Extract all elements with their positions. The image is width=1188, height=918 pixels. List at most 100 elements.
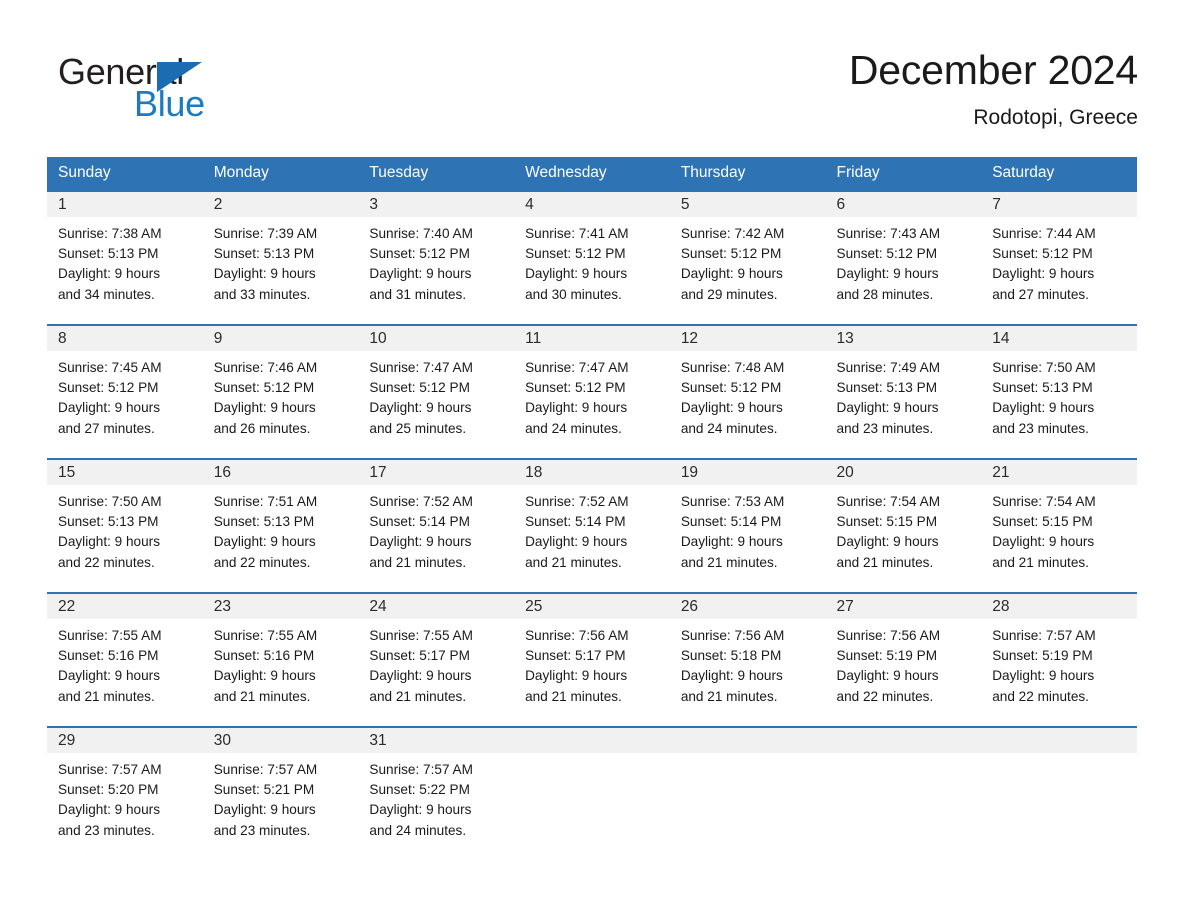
daylight-text-line2: and 23 minutes. bbox=[836, 420, 934, 436]
day-cell[interactable]: 25 Sunrise: 7:56 AM Sunset: 5:17 PM Dayl… bbox=[514, 592, 670, 727]
day-number: 18 bbox=[514, 460, 670, 485]
sunrise-text: Sunrise: 7:57 AM bbox=[992, 628, 1096, 643]
sunrise-text: Sunrise: 7:46 AM bbox=[213, 360, 318, 375]
day-number bbox=[825, 728, 982, 753]
day-number: 29 bbox=[47, 728, 203, 753]
day-cell[interactable]: 24 Sunrise: 7:55 AM Sunset: 5:17 PM Dayl… bbox=[358, 592, 515, 727]
day-cell[interactable]: 2 Sunrise: 7:39 AM Sunset: 5:13 PM Dayli… bbox=[202, 190, 359, 325]
day-cell[interactable]: 30 Sunrise: 7:57 AM Sunset: 5:21 PM Dayl… bbox=[202, 726, 359, 861]
daylight-text-line2: and 21 minutes. bbox=[58, 688, 155, 704]
day-number bbox=[981, 728, 1137, 753]
daylight-text-line1: Daylight: 9 hours bbox=[369, 266, 472, 282]
day-cell[interactable]: 5 Sunrise: 7:42 AM Sunset: 5:12 PM Dayli… bbox=[669, 190, 826, 325]
day-number: 22 bbox=[47, 594, 203, 619]
day-cell[interactable]: 13 Sunrise: 7:49 AM Sunset: 5:13 PM Dayl… bbox=[825, 324, 982, 459]
sunset-text: Sunset: 5:14 PM bbox=[680, 514, 782, 530]
day-cell-empty bbox=[825, 726, 982, 861]
day-info: Sunrise: 7:56 AM Sunset: 5:18 PM Dayligh… bbox=[670, 619, 826, 707]
sunrise-text: Sunrise: 7:55 AM bbox=[58, 628, 162, 643]
sunrise-text: Sunrise: 7:54 AM bbox=[836, 494, 941, 509]
day-cell[interactable]: 19 Sunrise: 7:53 AM Sunset: 5:14 PM Dayl… bbox=[669, 458, 826, 593]
day-info: Sunrise: 7:51 AM Sunset: 5:13 PM Dayligh… bbox=[203, 485, 359, 573]
day-number: 19 bbox=[669, 460, 826, 485]
sunrise-text: Sunrise: 7:56 AM bbox=[836, 628, 941, 643]
sunset-text: Sunset: 5:13 PM bbox=[213, 514, 315, 530]
day-info: Sunrise: 7:54 AM Sunset: 5:15 PM Dayligh… bbox=[826, 485, 982, 573]
sunset-text: Sunset: 5:12 PM bbox=[680, 246, 782, 262]
daylight-text-line1: Daylight: 9 hours bbox=[525, 534, 628, 550]
sunset-text: Sunset: 5:12 PM bbox=[369, 380, 470, 396]
daylight-text-line1: Daylight: 9 hours bbox=[369, 400, 472, 416]
day-cell[interactable]: 3 Sunrise: 7:40 AM Sunset: 5:12 PM Dayli… bbox=[358, 190, 515, 325]
day-info: Sunrise: 7:57 AM Sunset: 5:21 PM Dayligh… bbox=[203, 753, 359, 841]
weekday-header-sunday: Sunday bbox=[47, 157, 203, 191]
day-cell[interactable]: 17 Sunrise: 7:52 AM Sunset: 5:14 PM Dayl… bbox=[358, 458, 515, 593]
day-cell-empty bbox=[514, 726, 670, 861]
day-cell[interactable]: 27 Sunrise: 7:56 AM Sunset: 5:19 PM Dayl… bbox=[825, 592, 982, 727]
day-info: Sunrise: 7:50 AM Sunset: 5:13 PM Dayligh… bbox=[981, 351, 1137, 439]
sunrise-text: Sunrise: 7:51 AM bbox=[213, 494, 318, 509]
sunset-text: Sunset: 5:18 PM bbox=[680, 648, 782, 664]
day-cell[interactable]: 1 Sunrise: 7:38 AM Sunset: 5:13 PM Dayli… bbox=[47, 190, 203, 325]
daylight-text-line1: Daylight: 9 hours bbox=[213, 668, 316, 684]
day-number: 10 bbox=[358, 326, 515, 351]
daylight-text-line2: and 23 minutes. bbox=[992, 420, 1089, 436]
daylight-text-line1: Daylight: 9 hours bbox=[58, 802, 161, 818]
day-cell[interactable]: 18 Sunrise: 7:52 AM Sunset: 5:14 PM Dayl… bbox=[514, 458, 670, 593]
sunrise-text: Sunrise: 7:47 AM bbox=[525, 360, 629, 375]
day-cell[interactable]: 7 Sunrise: 7:44 AM Sunset: 5:12 PM Dayli… bbox=[981, 190, 1137, 325]
day-info bbox=[670, 753, 826, 760]
day-cell[interactable]: 12 Sunrise: 7:48 AM Sunset: 5:12 PM Dayl… bbox=[669, 324, 826, 459]
day-info bbox=[826, 753, 982, 760]
day-info: Sunrise: 7:55 AM Sunset: 5:17 PM Dayligh… bbox=[358, 619, 514, 707]
weekday-header-thursday: Thursday bbox=[669, 157, 826, 191]
day-cell[interactable]: 28 Sunrise: 7:57 AM Sunset: 5:19 PM Dayl… bbox=[981, 592, 1137, 727]
day-number: 4 bbox=[514, 192, 670, 217]
weekday-header-friday: Friday bbox=[825, 157, 982, 191]
day-cell[interactable]: 10 Sunrise: 7:47 AM Sunset: 5:12 PM Dayl… bbox=[358, 324, 515, 459]
day-cell[interactable]: 23 Sunrise: 7:55 AM Sunset: 5:16 PM Dayl… bbox=[202, 592, 359, 727]
day-cell[interactable]: 6 Sunrise: 7:43 AM Sunset: 5:12 PM Dayli… bbox=[825, 190, 982, 325]
daylight-text-line1: Daylight: 9 hours bbox=[836, 534, 939, 550]
day-number: 8 bbox=[47, 326, 203, 351]
day-cell[interactable]: 16 Sunrise: 7:51 AM Sunset: 5:13 PM Dayl… bbox=[202, 458, 359, 593]
day-info: Sunrise: 7:56 AM Sunset: 5:19 PM Dayligh… bbox=[826, 619, 982, 707]
day-number: 28 bbox=[981, 594, 1137, 619]
daylight-text-line1: Daylight: 9 hours bbox=[836, 668, 939, 684]
day-cell[interactable]: 20 Sunrise: 7:54 AM Sunset: 5:15 PM Dayl… bbox=[825, 458, 982, 593]
sunset-text: Sunset: 5:13 PM bbox=[213, 246, 315, 262]
day-cell[interactable]: 11 Sunrise: 7:47 AM Sunset: 5:12 PM Dayl… bbox=[514, 324, 670, 459]
day-number: 15 bbox=[47, 460, 203, 485]
sunset-text: Sunset: 5:17 PM bbox=[369, 648, 470, 664]
daylight-text-line2: and 24 minutes. bbox=[680, 420, 778, 436]
daylight-text-line2: and 28 minutes. bbox=[836, 286, 934, 302]
daylight-text-line2: and 21 minutes. bbox=[213, 688, 311, 704]
day-info: Sunrise: 7:38 AM Sunset: 5:13 PM Dayligh… bbox=[47, 217, 203, 305]
sunrise-text: Sunrise: 7:38 AM bbox=[58, 226, 162, 241]
sunset-text: Sunset: 5:20 PM bbox=[58, 782, 159, 798]
daylight-text-line2: and 22 minutes. bbox=[213, 554, 311, 570]
day-info: Sunrise: 7:43 AM Sunset: 5:12 PM Dayligh… bbox=[826, 217, 982, 305]
sunset-text: Sunset: 5:19 PM bbox=[836, 648, 938, 664]
day-cell[interactable]: 31 Sunrise: 7:57 AM Sunset: 5:22 PM Dayl… bbox=[358, 726, 515, 861]
calendar-header-row: Sunday Monday Tuesday Wednesday Thursday… bbox=[47, 157, 1137, 191]
day-cell[interactable]: 29 Sunrise: 7:57 AM Sunset: 5:20 PM Dayl… bbox=[47, 726, 203, 861]
daylight-text-line1: Daylight: 9 hours bbox=[992, 668, 1095, 684]
sunset-text: Sunset: 5:12 PM bbox=[992, 246, 1093, 262]
day-cell[interactable]: 8 Sunrise: 7:45 AM Sunset: 5:12 PM Dayli… bbox=[47, 324, 203, 459]
day-cell[interactable]: 22 Sunrise: 7:55 AM Sunset: 5:16 PM Dayl… bbox=[47, 592, 203, 727]
daylight-text-line2: and 21 minutes. bbox=[836, 554, 934, 570]
daylight-text-line2: and 24 minutes. bbox=[525, 420, 622, 436]
day-cell[interactable]: 15 Sunrise: 7:50 AM Sunset: 5:13 PM Dayl… bbox=[47, 458, 203, 593]
day-number: 24 bbox=[358, 594, 515, 619]
day-cell[interactable]: 14 Sunrise: 7:50 AM Sunset: 5:13 PM Dayl… bbox=[981, 324, 1137, 459]
day-cell[interactable]: 4 Sunrise: 7:41 AM Sunset: 5:12 PM Dayli… bbox=[514, 190, 670, 325]
day-info: Sunrise: 7:54 AM Sunset: 5:15 PM Dayligh… bbox=[981, 485, 1137, 573]
daylight-text-line1: Daylight: 9 hours bbox=[525, 266, 628, 282]
sunset-text: Sunset: 5:12 PM bbox=[680, 380, 782, 396]
day-cell[interactable]: 21 Sunrise: 7:54 AM Sunset: 5:15 PM Dayl… bbox=[981, 458, 1137, 593]
day-cell[interactable]: 9 Sunrise: 7:46 AM Sunset: 5:12 PM Dayli… bbox=[202, 324, 359, 459]
day-cell[interactable]: 26 Sunrise: 7:56 AM Sunset: 5:18 PM Dayl… bbox=[669, 592, 826, 727]
daylight-text-line2: and 22 minutes. bbox=[58, 554, 155, 570]
daylight-text-line2: and 21 minutes. bbox=[369, 688, 467, 704]
